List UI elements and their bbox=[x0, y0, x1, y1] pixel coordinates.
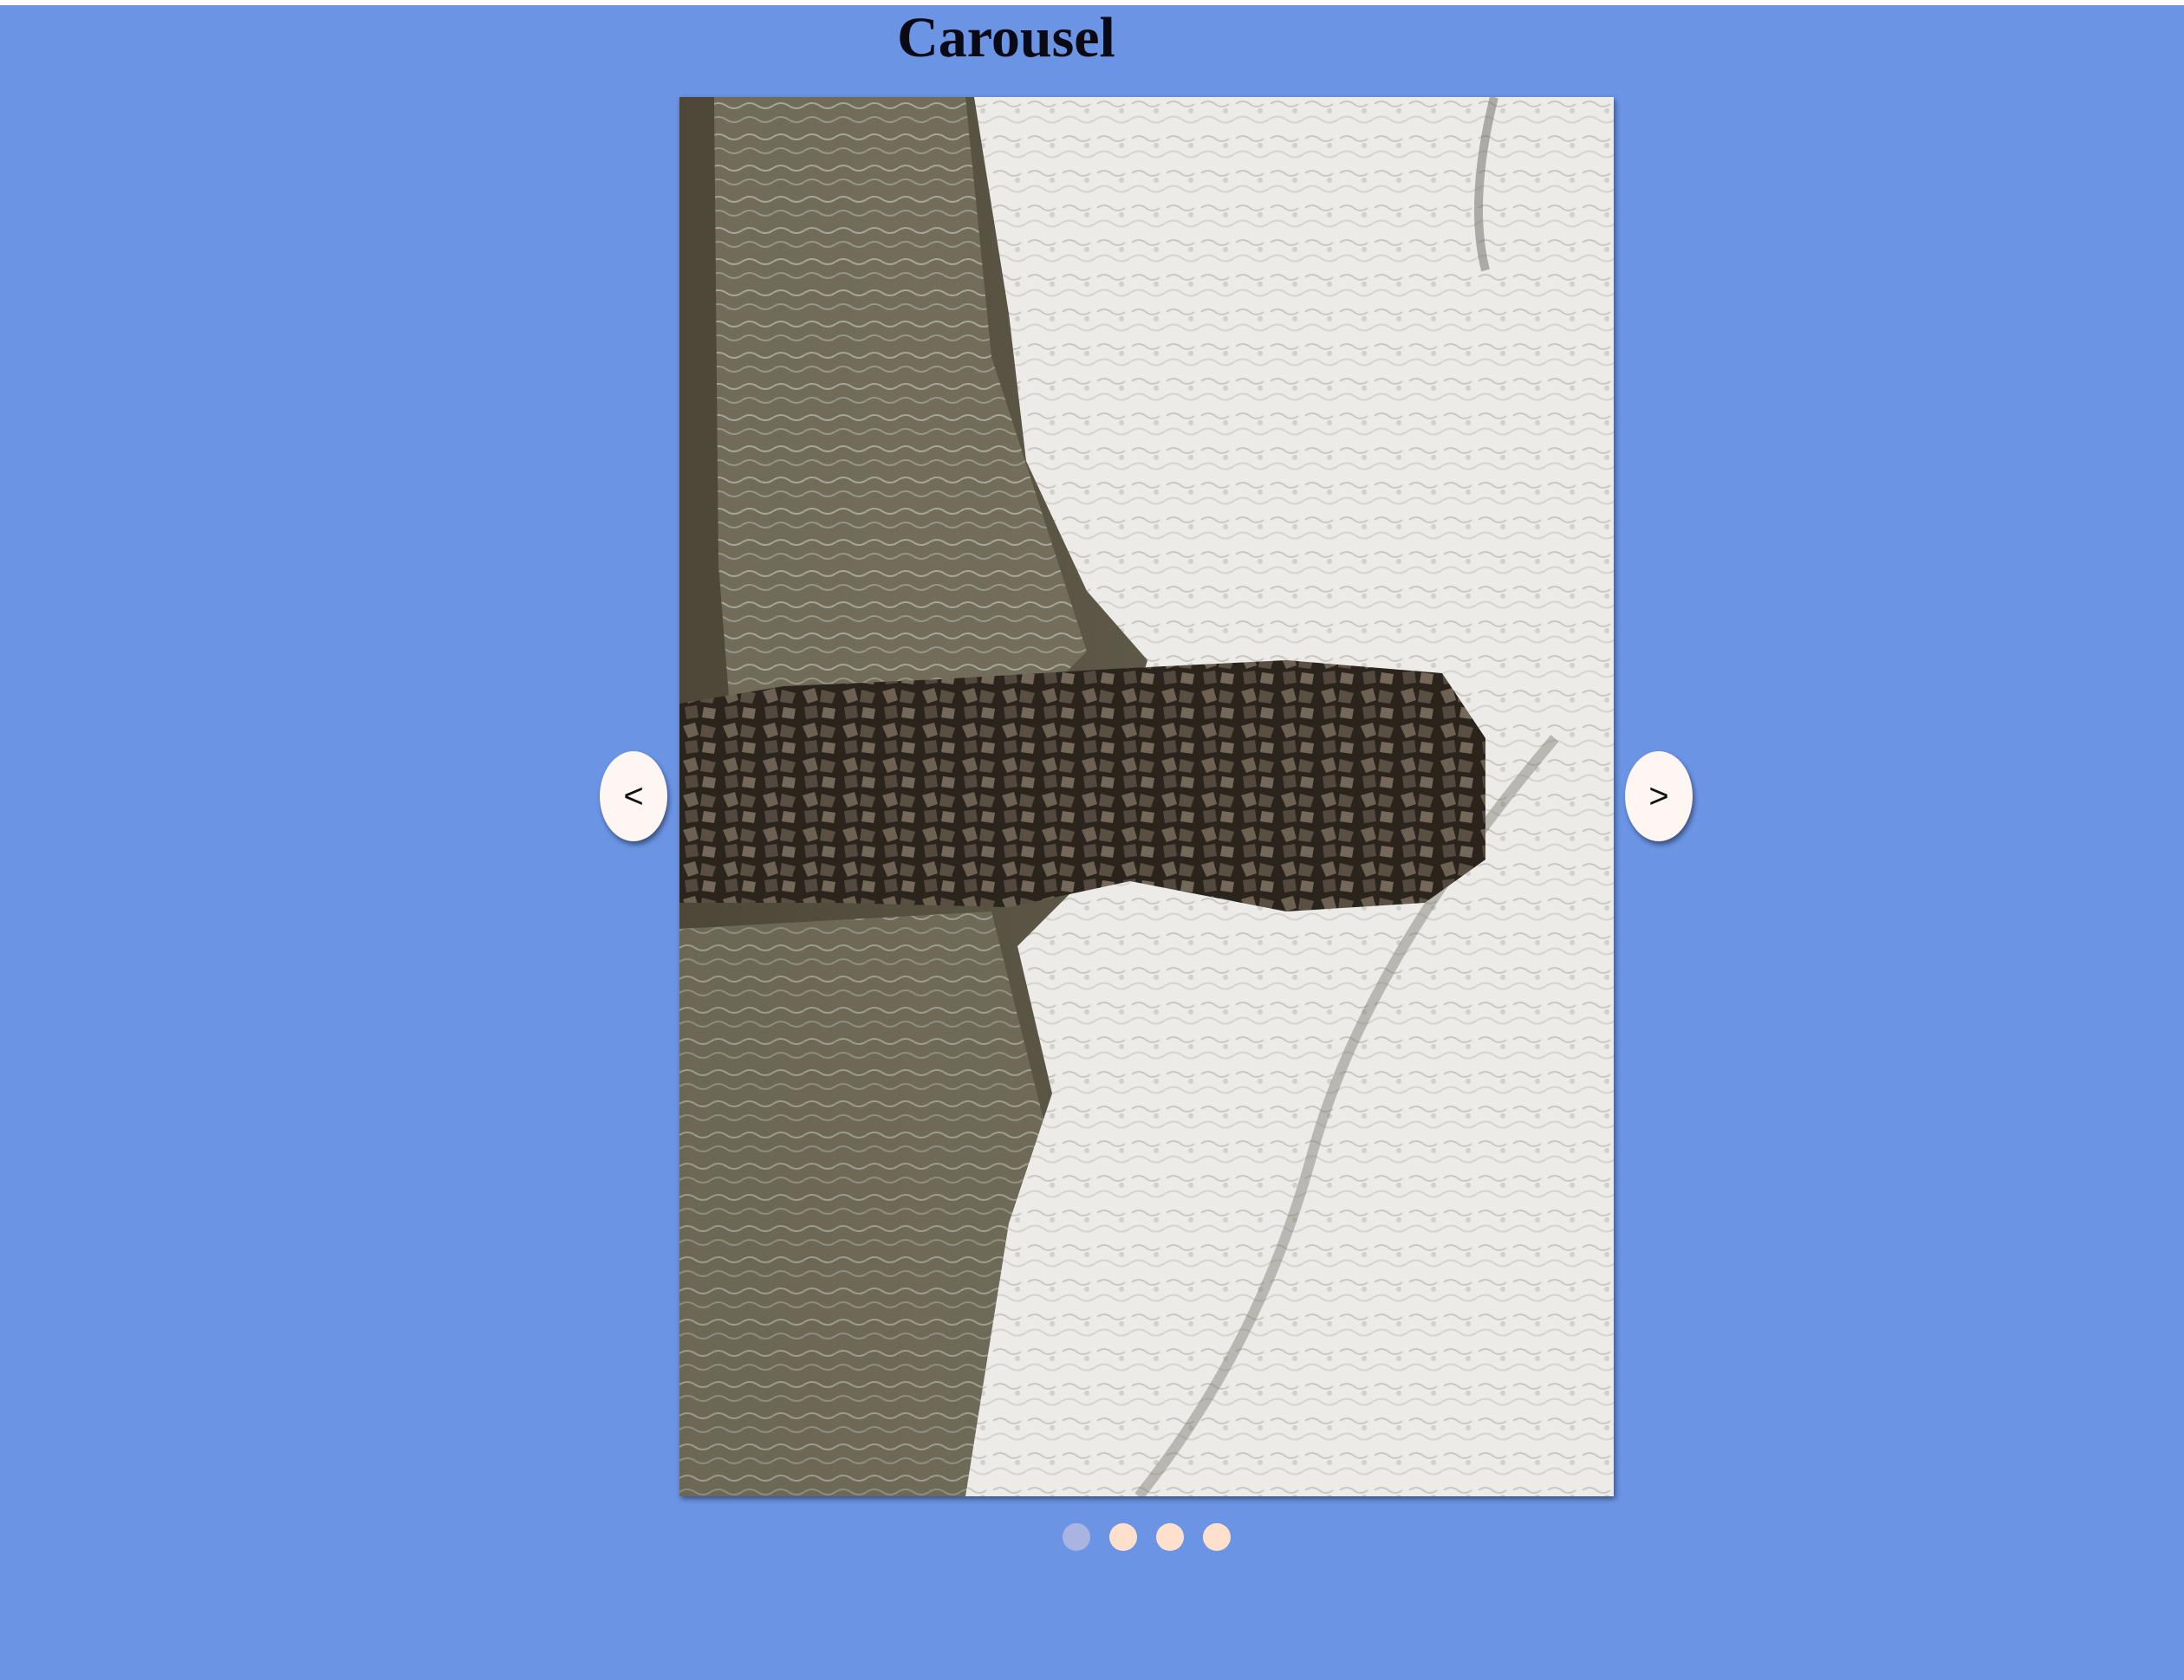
prev-button[interactable]: < bbox=[600, 751, 667, 841]
carousel-indicators bbox=[1063, 1523, 1231, 1551]
carousel-slide bbox=[679, 97, 1614, 1496]
slide-image bbox=[679, 97, 1614, 1496]
slide-dot-1[interactable] bbox=[1063, 1523, 1090, 1551]
slide-dot-3[interactable] bbox=[1156, 1523, 1184, 1551]
page-title: Carousel bbox=[897, 6, 1115, 69]
next-button[interactable]: > bbox=[1625, 751, 1693, 841]
slide-dot-4[interactable] bbox=[1203, 1523, 1231, 1551]
slide-dot-2[interactable] bbox=[1109, 1523, 1137, 1551]
